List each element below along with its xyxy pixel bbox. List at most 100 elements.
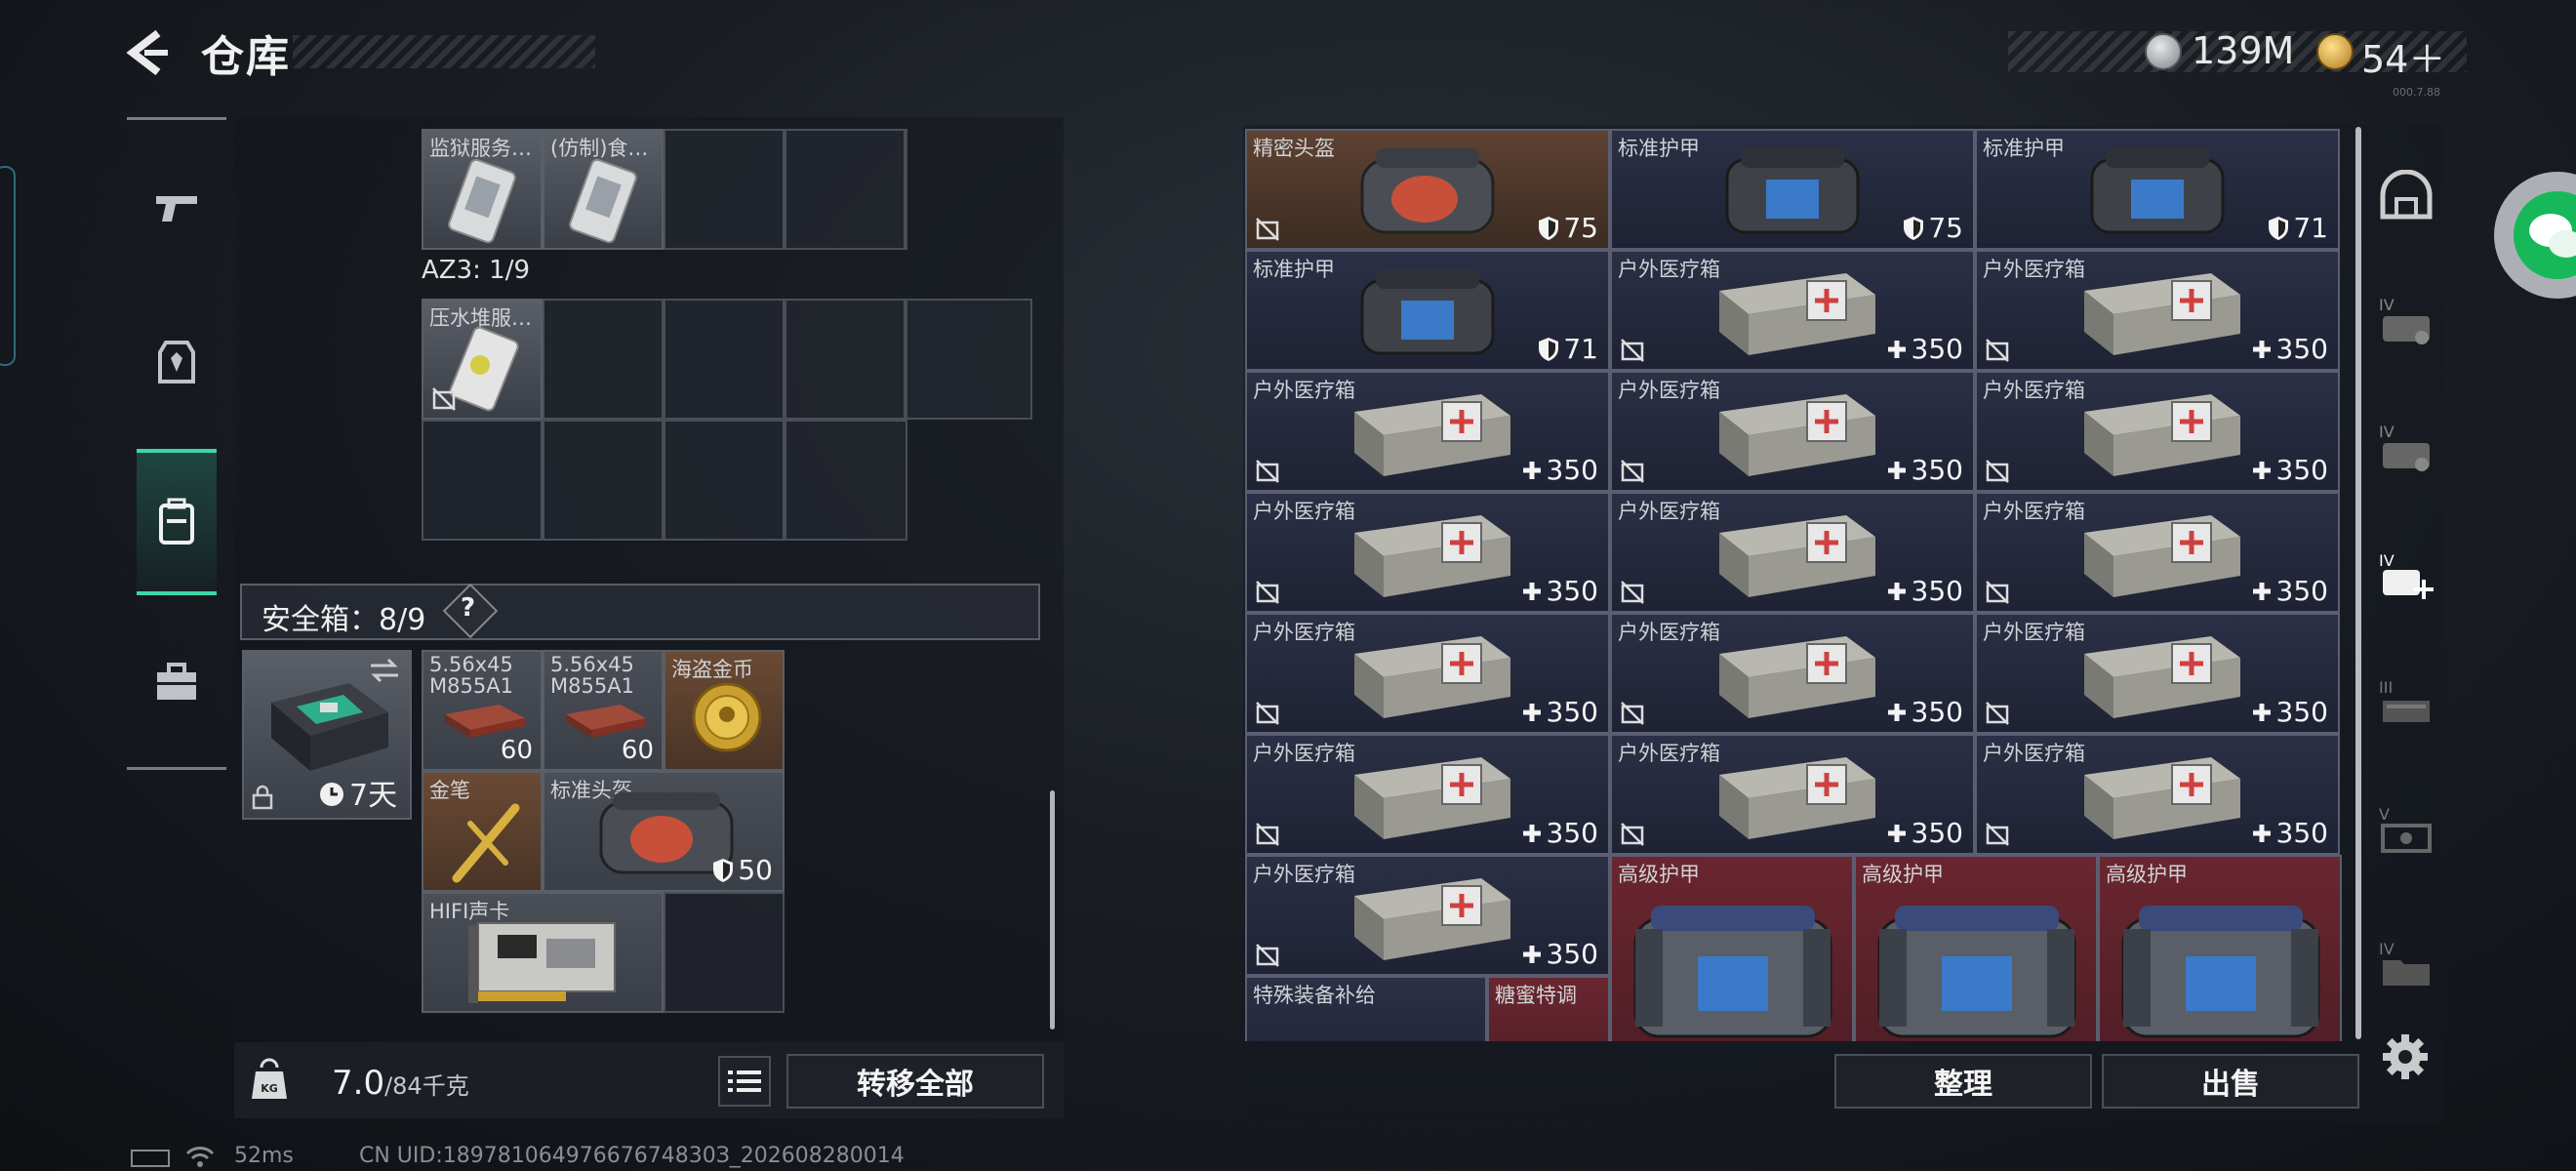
helmet-category-icon (2380, 170, 2433, 220)
item-name: 5.56x45 M855A1 (550, 653, 634, 698)
empty-slot[interactable] (543, 299, 664, 420)
warehouse-item-cell[interactable]: 户外医疗箱 350 (1975, 734, 2340, 855)
item-cell[interactable]: 压水堆服… (422, 299, 543, 420)
warehouse-item-cell[interactable]: 标准护甲 71 (1245, 250, 1610, 371)
warehouse-item-cell[interactable]: 户外医疗箱 350 (1610, 371, 1975, 492)
warehouse-item-cell[interactable]: 户外医疗箱 350 (1975, 250, 2340, 371)
empty-slot[interactable] (906, 299, 1032, 420)
empty-slot[interactable] (543, 420, 664, 541)
item-image (1700, 386, 1885, 488)
safebox-case[interactable]: 7天 (242, 650, 412, 820)
warehouse-item-cell[interactable]: 户外医疗箱 350 (1245, 371, 1610, 492)
warehouse-item-cell[interactable]: 户外医疗箱 350 (1610, 250, 1975, 371)
empty-slot[interactable] (664, 892, 785, 1013)
nav-weapons[interactable] (137, 135, 217, 281)
warehouse-item-cell[interactable]: 户外医疗箱 350 (1245, 492, 1610, 613)
warehouse-item-cell[interactable]: 标准护甲 71 (1975, 129, 2340, 250)
stat-value: 71 (2293, 212, 2328, 244)
item-cell[interactable]: 海盗金币 (664, 650, 785, 771)
sound-card-icon (468, 922, 616, 1003)
heal-stat: 350 (1521, 575, 1598, 607)
nav-tier-iv-folder[interactable]: IV (2367, 927, 2445, 1005)
stat-value: 350 (2275, 696, 2328, 728)
warehouse-item-cell[interactable]: 户外医疗箱 350 (1610, 492, 1975, 613)
stat-value: 350 (1911, 575, 1963, 607)
settings-gear-icon[interactable] (2381, 1032, 2430, 1081)
list-view-button[interactable] (718, 1056, 771, 1107)
card-icon (569, 158, 637, 244)
nav-tier-iii[interactable]: III (2367, 666, 2445, 744)
nav-armor[interactable] (137, 289, 217, 435)
empty-slot[interactable] (664, 129, 785, 250)
item-cell[interactable]: 标准头盔 50 (543, 771, 785, 892)
item-image (2084, 141, 2231, 246)
warehouse-item-cell[interactable]: 高级护甲 (1610, 855, 1854, 1041)
nav-case[interactable] (137, 609, 217, 755)
nav-top-helmet[interactable] (2367, 156, 2445, 234)
item-name: 海盗金币 (671, 658, 753, 681)
item-cell[interactable]: HIFI声卡 (422, 892, 664, 1013)
warehouse-item-cell[interactable]: 精密头盔 75 (1245, 129, 1610, 250)
warehouse-item-cell[interactable]: 特殊装备补给 (1245, 976, 1487, 1041)
empty-slot[interactable] (785, 129, 906, 250)
medkit-icon (2084, 757, 2240, 839)
item-name: 标准护甲 (1253, 258, 1335, 281)
item-cell[interactable]: (仿制)食… (543, 129, 664, 250)
help-icon[interactable]: ? (461, 593, 475, 623)
warehouse-item-cell[interactable]: 户外医疗箱 350 (1610, 613, 1975, 734)
gold-amount[interactable]: 54＋ (2361, 29, 2445, 83)
nav-armor-iv[interactable]: IV (2367, 283, 2445, 361)
item-name: 5.56x45 M855A1 (429, 653, 513, 698)
no-trade-icon (1986, 702, 2009, 725)
item-cell[interactable]: 5.56x45 M855A1 60 (422, 650, 543, 771)
edge-pull-tab[interactable] (0, 166, 16, 366)
warehouse-item-cell[interactable]: 糖蜜特调 (1487, 976, 1610, 1041)
empty-slot[interactable] (785, 299, 906, 420)
warehouse-item-cell[interactable]: 户外医疗箱 350 (1245, 734, 1610, 855)
empty-slot[interactable] (664, 299, 785, 420)
page-title: 仓库 (201, 32, 291, 82)
item-name: 高级护甲 (1618, 863, 1700, 886)
sell-button[interactable]: 出售 (2102, 1054, 2359, 1109)
warehouse-item-cell[interactable]: 标准护甲 75 (1610, 129, 1975, 250)
warehouse-item-cell[interactable]: 户外医疗箱 350 (1245, 855, 1610, 976)
warehouse-scrollbar[interactable] (2355, 127, 2361, 1039)
svg-text:KG: KG (261, 1082, 278, 1095)
inventory-scrollbar[interactable] (1050, 790, 1055, 1030)
heal-stat: 350 (1521, 454, 1598, 486)
nav-medical-iv[interactable]: IV (2367, 539, 2445, 617)
warehouse-item-cell[interactable]: 户外医疗箱 350 (1975, 613, 2340, 734)
item-cell[interactable]: 5.56x45 M855A1 60 (543, 650, 664, 771)
empty-slot[interactable] (664, 420, 785, 541)
swap-icon[interactable] (369, 658, 400, 683)
warehouse-item-cell[interactable]: 户外医疗箱 350 (1975, 492, 2340, 613)
medkit-icon (1719, 757, 1875, 839)
nav-backpack[interactable] (137, 449, 217, 595)
heal-stat: 350 (1886, 333, 1963, 365)
heal-plus-icon (1522, 824, 1541, 842)
warehouse-item-cell[interactable]: 高级护甲 (2098, 855, 2342, 1041)
warehouse-item-cell[interactable]: 户外医疗箱 350 (1975, 371, 2340, 492)
item-cell[interactable]: 金笔 (422, 771, 543, 892)
warehouse-item-cell[interactable]: 高级护甲 (1854, 855, 2098, 1041)
warehouse-item-cell[interactable]: 户外医疗箱 350 (1610, 734, 1975, 855)
nav-armor-iv-2[interactable]: IV (2367, 410, 2445, 488)
item-cell[interactable]: 监狱服务… (422, 129, 543, 250)
item-image (1626, 900, 1840, 1041)
empty-slot[interactable] (785, 420, 907, 541)
item-image (2113, 900, 2328, 1041)
no-trade-icon (1256, 944, 1279, 967)
nav-tier-v[interactable]: V (2367, 792, 2445, 870)
heal-plus-icon (1522, 582, 1541, 600)
medkit-icon (2084, 515, 2240, 597)
armor-icon (2090, 148, 2225, 234)
back-arrow-icon[interactable] (125, 27, 172, 78)
heal-plus-icon (2252, 703, 2271, 721)
warehouse-item-cell[interactable]: 户外医疗箱 350 (1245, 613, 1610, 734)
uid-text: CN UID:18978106497667674830З_20260828001… (359, 1144, 905, 1168)
durability-stat: 71 (2268, 212, 2328, 244)
transfer-all-button[interactable]: 转移全部 (786, 1054, 1044, 1109)
sort-button[interactable]: 整理 (1834, 1054, 2092, 1109)
gold-coin-icon (2316, 33, 2354, 70)
empty-slot[interactable] (422, 420, 543, 541)
